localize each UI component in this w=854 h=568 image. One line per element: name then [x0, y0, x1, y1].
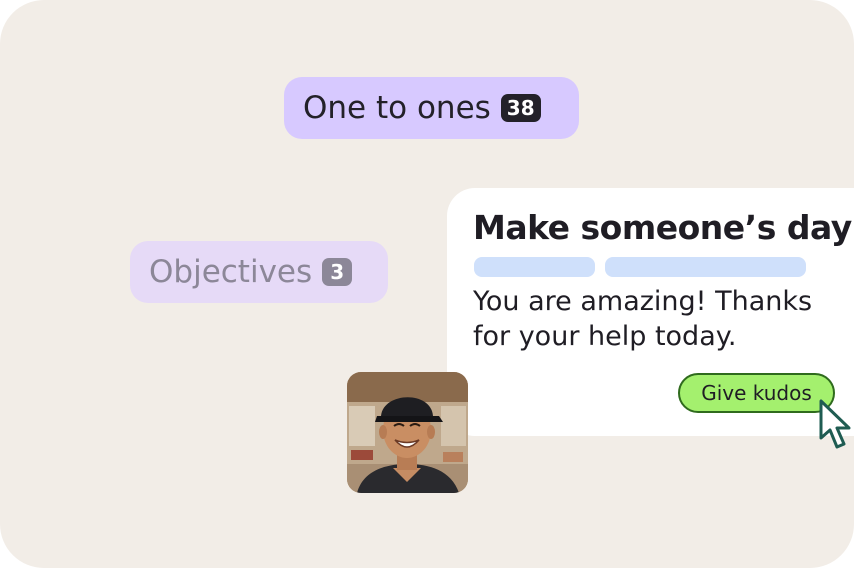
recipient-placeholder-bar [474, 257, 595, 277]
person-photo [347, 372, 468, 493]
objectives-label: Objectives [149, 254, 313, 290]
avatar [347, 372, 468, 493]
kudos-message: You are amazing! Thanks for your help to… [473, 286, 813, 352]
objectives-pill[interactable]: Objectives 3 [130, 241, 388, 303]
pointer-cursor-icon [819, 399, 851, 449]
recipient-placeholder-bar-secondary [605, 257, 806, 277]
one-to-ones-count-badge: 38 [500, 94, 541, 122]
kudos-card: Make someone’s day You are amazing! Than… [447, 188, 854, 436]
one-to-ones-pill[interactable]: One to ones 38 [284, 77, 579, 139]
give-kudos-button[interactable]: Give kudos [678, 373, 835, 413]
objectives-count-badge: 3 [322, 258, 353, 286]
kudos-card-title: Make someone’s day [473, 208, 852, 247]
kudos-illustration: One to ones 38 Objectives 3 Make someone… [0, 0, 854, 568]
one-to-ones-label: One to ones [303, 90, 491, 126]
